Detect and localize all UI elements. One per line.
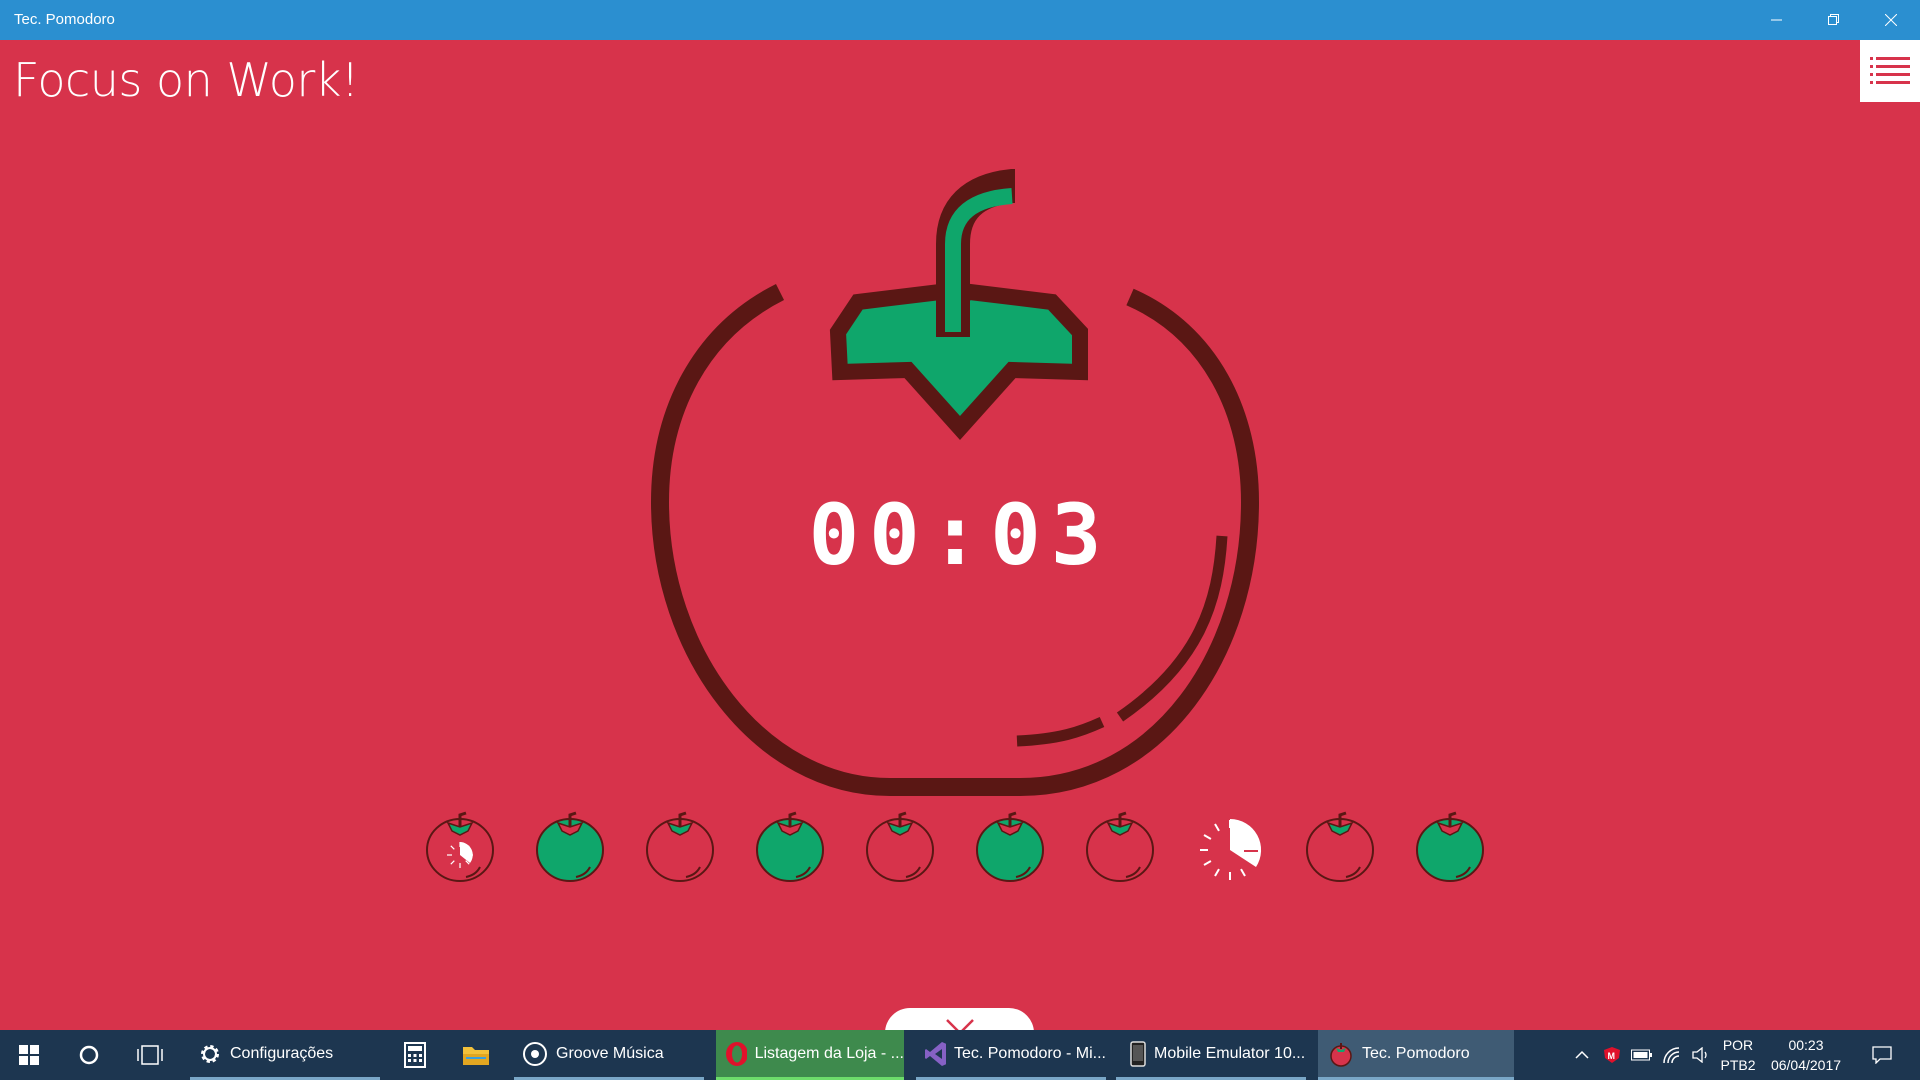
pomodoro-completed-icon <box>536 811 604 882</box>
music-icon <box>523 1041 547 1066</box>
taskbar-app-visual-studio[interactable]: Tec. Pomodoro - Mi... <box>916 1030 1106 1080</box>
taskbar-app-settings[interactable]: Configurações <box>190 1030 380 1080</box>
restore-icon <box>1828 14 1839 25</box>
calculator-icon <box>404 1042 426 1068</box>
pomodoro-pending-icon <box>866 811 934 882</box>
taskbar-app-label: Mobile Emulator 10... <box>1154 1044 1306 1062</box>
visual-studio-icon <box>925 1041 946 1066</box>
close-icon <box>1885 14 1897 26</box>
svg-text:M: M <box>1608 1051 1616 1061</box>
pomodoro-pending-icon <box>1306 811 1374 882</box>
language-code: POR <box>1722 1037 1754 1053</box>
list-icon <box>1870 57 1910 84</box>
pomodoro-completed-icon <box>976 811 1044 882</box>
taskbar: Configurações Groove Música Listagem da … <box>0 1030 1920 1080</box>
taskbar-app-label: Groove Música <box>556 1044 664 1062</box>
restore-button[interactable] <box>1805 0 1863 40</box>
countdown-timer: 00:03 <box>808 486 1112 584</box>
tray-volume[interactable] <box>1688 1030 1716 1080</box>
page-title: Focus on Work! <box>13 53 359 107</box>
clock-date: 06/04/2017 <box>1770 1057 1842 1073</box>
task-view-button[interactable] <box>122 1030 178 1080</box>
taskbar-app-label: Configurações <box>230 1044 334 1062</box>
taskbar-app-pomodoro[interactable]: Tec. Pomodoro <box>1318 1030 1514 1080</box>
pomodoro-in-progress-icon <box>426 811 494 882</box>
title-bar: Tec. Pomodoro <box>0 0 1920 40</box>
taskbar-app-explorer[interactable] <box>456 1030 496 1080</box>
taskbar-app-label: Tec. Pomodoro - Mi... <box>953 1044 1106 1062</box>
taskbar-app-label: Listagem da Loja - ... <box>754 1044 904 1062</box>
pomodoro-current-timer-icon <box>1200 818 1262 880</box>
taskbar-app-opera[interactable]: Listagem da Loja - ... <box>716 1030 904 1080</box>
battery-icon <box>1631 1049 1652 1061</box>
chevron-up-icon <box>1575 1050 1589 1059</box>
tray-antivirus[interactable]: M <box>1598 1030 1626 1080</box>
speaker-icon <box>1692 1047 1707 1063</box>
keyboard-layout: PTB2 <box>1720 1057 1756 1073</box>
tray-clock[interactable]: 00:23 06/04/2017 <box>1764 1030 1848 1080</box>
opera-icon <box>726 1041 747 1066</box>
tray-wifi[interactable] <box>1658 1030 1686 1080</box>
pomodoro-pending-icon <box>1086 811 1154 882</box>
notification-icon <box>1872 1046 1892 1064</box>
menu-button[interactable] <box>1860 40 1920 102</box>
cortana-icon <box>79 1045 99 1065</box>
gear-icon <box>201 1044 219 1063</box>
tomato-icon <box>1330 1042 1352 1067</box>
close-window-button[interactable] <box>1862 0 1920 40</box>
pomodoro-pending-icon <box>646 811 714 882</box>
action-center-button[interactable] <box>1862 1030 1902 1080</box>
windows-icon <box>19 1045 39 1065</box>
clock-time: 00:23 <box>1788 1037 1824 1053</box>
taskbar-app-emulator[interactable]: Mobile Emulator 10... <box>1116 1030 1306 1080</box>
show-hidden-icons-button[interactable] <box>1568 1030 1596 1080</box>
big-tomato-illustration <box>650 169 1260 796</box>
mcafee-icon: M <box>1604 1047 1620 1063</box>
app-content: Focus on Work! 00:03 <box>0 40 1920 1058</box>
taskbar-app-label: Tec. Pomodoro <box>1362 1044 1470 1062</box>
tray-battery[interactable] <box>1628 1030 1656 1080</box>
minimize-icon <box>1771 19 1782 21</box>
pomodoro-progress <box>420 805 1520 885</box>
taskbar-app-calculator[interactable] <box>396 1030 434 1080</box>
wifi-icon <box>1663 1047 1680 1064</box>
pomodoro-completed-icon <box>756 811 824 882</box>
minimize-button[interactable] <box>1748 0 1806 40</box>
window-title: Tec. Pomodoro <box>14 11 115 28</box>
phone-icon <box>1130 1040 1146 1067</box>
taskbar-app-groove[interactable]: Groove Música <box>514 1030 704 1080</box>
cortana-button[interactable] <box>62 1030 116 1080</box>
folder-icon <box>463 1047 489 1065</box>
task-view-icon <box>137 1045 163 1065</box>
pomodoro-completed-icon <box>1416 811 1484 882</box>
tray-language[interactable]: POR PTB2 <box>1718 1030 1758 1080</box>
start-button[interactable] <box>0 1030 58 1080</box>
